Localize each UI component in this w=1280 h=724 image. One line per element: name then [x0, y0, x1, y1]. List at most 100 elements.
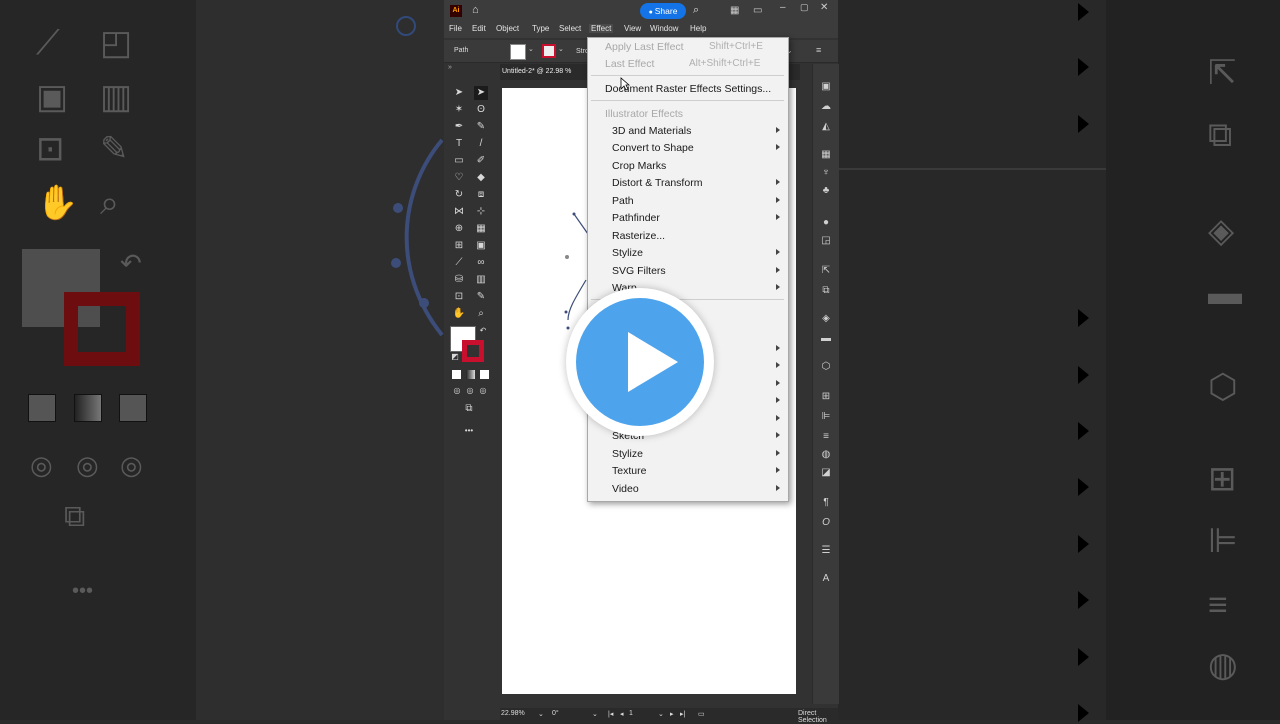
width-tool-icon[interactable]: ⋈	[452, 205, 466, 219]
pen-tool-icon[interactable]: ✒	[452, 120, 466, 134]
eraser-icon[interactable]: ◆	[474, 171, 488, 185]
menu-type[interactable]: Type	[532, 24, 549, 33]
3d-icon[interactable]: ⬡	[819, 360, 833, 374]
swap-fill-stroke-icon[interactable]: ↶	[476, 324, 490, 338]
character-icon[interactable]: A	[819, 572, 833, 586]
mesh-tool-icon[interactable]: ⊞	[452, 239, 466, 253]
menu-item-video[interactable]: Video	[612, 483, 639, 495]
shaper-tool-icon[interactable]: ♡	[452, 171, 466, 185]
transform-icon[interactable]: ⊞	[819, 390, 833, 404]
menu-view[interactable]: View	[624, 24, 641, 33]
menu-item-distort-transform[interactable]: Distort & Transform	[612, 177, 702, 189]
selection-tool-icon[interactable]: ➤	[452, 86, 466, 100]
asset-export-icon[interactable]: ⧉	[819, 284, 833, 298]
perspective-grid-icon[interactable]: ▦	[474, 222, 488, 236]
graphic-styles-icon[interactable]: ◲	[819, 234, 833, 248]
stroke-swatch[interactable]	[462, 340, 484, 362]
menu-item-pathfinder[interactable]: Pathfinder	[612, 212, 660, 224]
rotate-tool-icon[interactable]: ↻	[452, 188, 466, 202]
menu-edit[interactable]: Edit	[472, 24, 486, 33]
color-mode-icon[interactable]	[452, 370, 461, 379]
menu-item-path[interactable]: Path	[612, 195, 634, 207]
libraries-icon[interactable]: ☁	[819, 100, 833, 114]
menu-item-convert-to-shape[interactable]: Convert to Shape	[612, 142, 694, 154]
gradient-tool-icon[interactable]: ▣	[474, 239, 488, 253]
last-artboard-icon[interactable]: ▸|	[680, 710, 685, 718]
artboard-tool-icon[interactable]: ⊡	[452, 290, 466, 304]
edit-toolbar-icon[interactable]: •••	[462, 424, 476, 438]
swatches-icon[interactable]: ▦	[819, 148, 833, 162]
appearance-icon[interactable]: ●	[819, 216, 833, 230]
menu-effect[interactable]: Effect	[589, 24, 614, 33]
type-tool-icon[interactable]: T	[452, 137, 466, 151]
chevron-down-icon[interactable]: ⌄	[558, 45, 564, 53]
symbols-icon[interactable]: ♣	[819, 184, 833, 198]
rectangle-tool-icon[interactable]: ▭	[452, 154, 466, 168]
color-guide-icon[interactable]: ◭	[819, 120, 833, 134]
line-tool-icon[interactable]: /	[474, 137, 488, 151]
maximize-button[interactable]: ▢	[800, 2, 809, 13]
screen-mode-icon[interactable]: ⧉	[462, 402, 476, 416]
menu-item-crop-marks[interactable]: Crop Marks	[612, 160, 666, 172]
chevron-down-icon[interactable]: ⌄	[592, 710, 598, 718]
home-icon[interactable]: ⌂	[472, 4, 479, 16]
panel-menu-icon[interactable]: ≡	[816, 45, 821, 55]
draw-behind-icon[interactable]: ◎	[463, 384, 477, 398]
lasso-icon[interactable]: ʘ	[474, 103, 488, 117]
first-artboard-icon[interactable]: |◂	[608, 710, 613, 718]
gradient-mode-icon[interactable]	[466, 370, 475, 379]
hand-tool-icon[interactable]: ✋	[452, 307, 466, 321]
menu-item-stylize[interactable]: Stylize	[612, 247, 643, 259]
eyedropper-icon[interactable]: ⟋	[452, 256, 466, 270]
scale-tool-icon[interactable]: ⧈	[474, 188, 488, 202]
paintbrush-icon[interactable]: ✐	[474, 154, 488, 168]
menu-file[interactable]: File	[449, 24, 462, 33]
slice-tool-icon[interactable]: ✎	[474, 290, 488, 304]
chevron-down-icon[interactable]: ⌄	[528, 45, 534, 53]
workspace-icon[interactable]: ▭	[753, 5, 762, 16]
blend-tool-icon[interactable]: ∞	[474, 256, 488, 270]
zoom-tool-icon[interactable]: ⌕	[474, 307, 488, 321]
rotation-value[interactable]: 0°	[552, 710, 559, 717]
menu-object[interactable]: Object	[496, 24, 519, 33]
menu-select[interactable]: Select	[559, 24, 581, 33]
fill-color-swatch[interactable]	[510, 44, 526, 60]
share-button[interactable]: ● Share	[640, 3, 686, 19]
none-mode-icon[interactable]	[480, 370, 489, 379]
comments-icon[interactable]: ▬	[819, 332, 833, 346]
export-icon[interactable]: ⇱	[819, 264, 833, 278]
pathfinder-icon[interactable]: ◍	[819, 448, 833, 462]
menu-window[interactable]: Window	[650, 24, 678, 33]
shape-builder-icon[interactable]: ⊕	[452, 222, 466, 236]
align-icon[interactable]: ⊫	[819, 410, 833, 424]
stroke-color-swatch[interactable]	[542, 44, 556, 58]
search-icon[interactable]: ⌕	[693, 4, 699, 17]
zoom-level[interactable]: 22.98%	[501, 710, 525, 717]
chevron-down-icon[interactable]: ⌄	[658, 710, 664, 718]
export-status-icon[interactable]: ▭	[698, 710, 705, 718]
menu-item-svg-filters[interactable]: SVG Filters	[612, 265, 666, 277]
opentype-icon[interactable]: O	[819, 516, 833, 530]
draw-normal-icon[interactable]: ◎	[450, 384, 464, 398]
chevron-down-icon[interactable]: ⌄	[538, 710, 544, 718]
minimize-button[interactable]: –	[780, 2, 786, 13]
properties-sliders-icon[interactable]: ☰	[819, 544, 833, 558]
transparency-icon[interactable]: ◪	[819, 466, 833, 480]
arrange-documents-icon[interactable]: ▦	[730, 5, 739, 16]
menu-help[interactable]: Help	[690, 24, 706, 33]
graph-tool-icon[interactable]: ▥	[474, 273, 488, 287]
properties-icon[interactable]: ▣	[819, 80, 833, 94]
next-artboard-icon[interactable]: ▸	[670, 710, 674, 718]
curvature-tool-icon[interactable]: ✎	[474, 120, 488, 134]
layers-icon[interactable]: ◈	[819, 312, 833, 326]
artboard-number[interactable]: 1	[629, 710, 633, 717]
default-colors-icon[interactable]: ◩	[448, 350, 462, 364]
menu-item-texture[interactable]: Texture	[612, 465, 646, 477]
symbol-sprayer-icon[interactable]: ⛁	[452, 273, 466, 287]
menu-item-3d-and-materials[interactable]: 3D and Materials	[612, 125, 691, 137]
draw-inside-icon[interactable]: ◎	[476, 384, 490, 398]
stroke-icon[interactable]: ≡	[819, 430, 833, 444]
paragraph-icon[interactable]: ¶	[819, 496, 833, 510]
brushes-icon[interactable]: ♆	[819, 166, 833, 180]
free-transform-icon[interactable]: ⊹	[474, 205, 488, 219]
